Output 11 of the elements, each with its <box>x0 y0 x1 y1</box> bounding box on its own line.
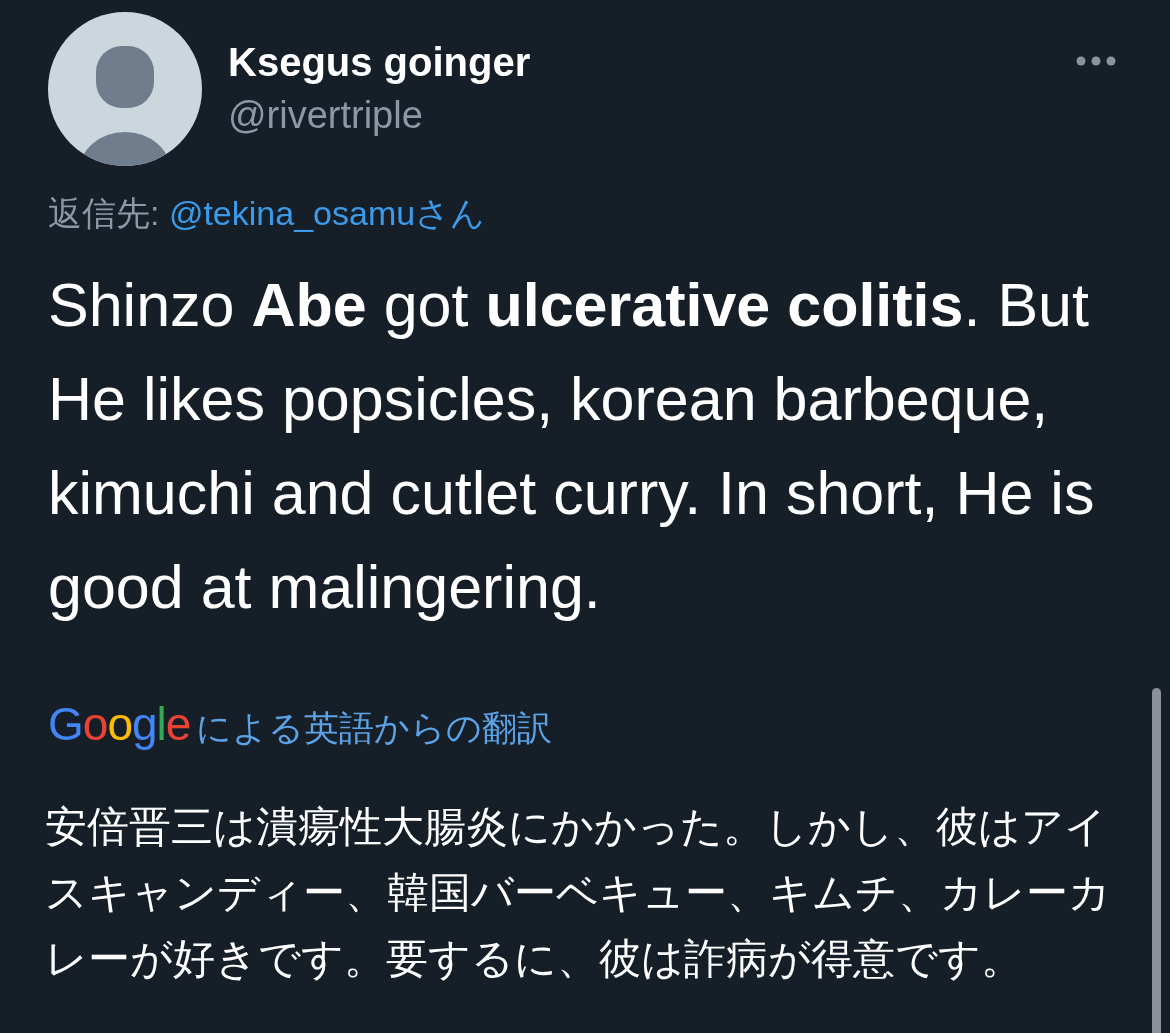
mention-link[interactable]: @tekina_osamuさん <box>168 194 486 232</box>
author-handle: @rivertriple <box>228 93 424 138</box>
author-name: Ksegus goinger <box>228 39 531 86</box>
scrollbar-thumb[interactable] <box>1152 688 1161 1033</box>
reply-label: 返信先: <box>48 194 160 232</box>
more-icon[interactable] <box>1076 56 1116 66</box>
avatar-icon <box>48 12 202 166</box>
translated-text: 安倍晋三は潰瘍性大腸炎にかかった。しかし、彼はアイスキャンディー、韓国バーベキュー、キムチ、カレーカレーが好きです。要するに、彼は詐病が得意です。 <box>45 802 1112 984</box>
translation-label: による英語からの翻訳 <box>196 707 553 749</box>
provider-logo: Google <box>48 697 191 752</box>
tweet-text: Shinzo Abe got ulcerative colitis. But He likes popsicles, korean barbeque, kimuchi and cutlet curry. In short, He is good at malingering. <box>48 270 1096 623</box>
